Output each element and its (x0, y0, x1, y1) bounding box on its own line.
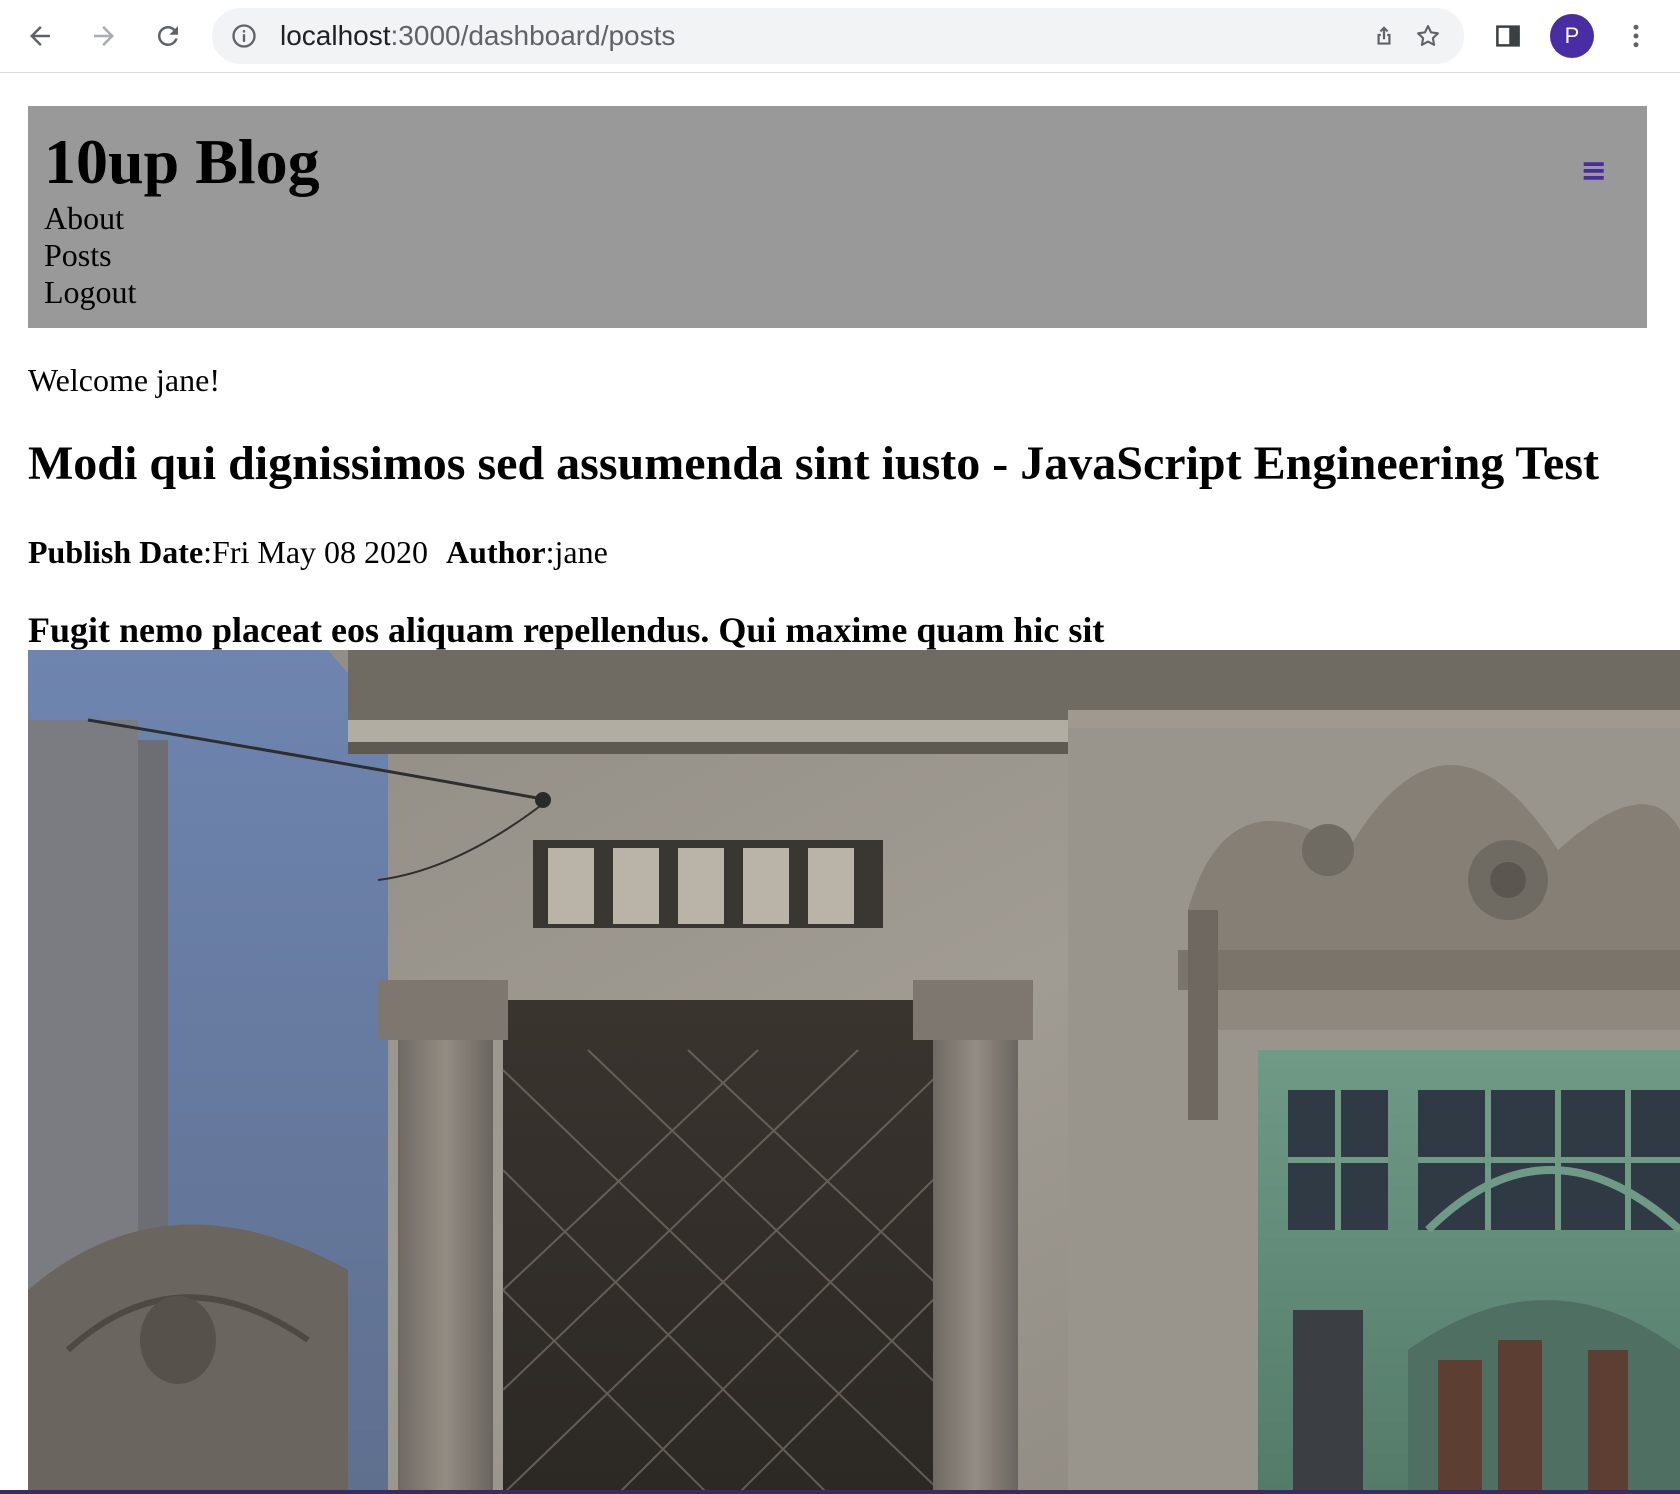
forward-button[interactable] (78, 10, 130, 62)
reload-button[interactable] (142, 10, 194, 62)
arrow-left-icon (30, 26, 50, 46)
url-host: localhost (280, 20, 391, 51)
browser-toolbar: localhost:3000/dashboard/posts P (0, 0, 1680, 73)
info-icon[interactable] (230, 22, 258, 50)
page-bottom-edge (0, 1490, 1680, 1494)
menu-toggle-icon[interactable]: ≡ (1580, 150, 1607, 190)
url-path: :3000/dashboard/posts (390, 20, 676, 51)
publish-date-value: :Fri May 08 2020 (203, 534, 429, 570)
post-title: Modi qui dignissimos sed assumenda sint … (28, 437, 1599, 490)
post-excerpt: Fugit nemo placeat eos aliquam repellend… (28, 610, 1105, 650)
kebab-menu-icon (1633, 24, 1639, 48)
side-panel-button[interactable] (1482, 10, 1534, 62)
share-icon (1377, 26, 1391, 45)
share-button[interactable] (1362, 14, 1406, 58)
nav-posts[interactable]: Posts (44, 237, 136, 274)
address-bar[interactable]: localhost:3000/dashboard/posts (212, 8, 1464, 64)
site-nav: About Posts Logout (44, 200, 136, 311)
post-meta: Publish Date:Fri May 08 2020 Author:jane (28, 532, 608, 572)
nav-logout[interactable]: Logout (44, 274, 136, 311)
building-facade-image (28, 650, 1680, 1494)
post-image (28, 650, 1680, 1494)
author-value: :jane (545, 534, 608, 570)
site-title[interactable]: 10up Blog (44, 126, 320, 198)
browser-menu-button[interactable] (1610, 10, 1662, 62)
side-panel-icon (1496, 25, 1520, 47)
publish-date-label: Publish Date (28, 534, 204, 570)
url-text[interactable]: localhost:3000/dashboard/posts (280, 8, 675, 64)
bookmark-button[interactable] (1406, 14, 1450, 58)
profile-avatar[interactable]: P (1550, 14, 1594, 58)
welcome-message: Welcome jane! (28, 362, 220, 398)
arrow-right-icon (94, 26, 114, 46)
reload-icon (157, 25, 178, 46)
author-label: Author (446, 534, 546, 570)
nav-about[interactable]: About (44, 200, 136, 237)
site-header: 10up Blog About Posts Logout ≡ (28, 106, 1647, 328)
page-content: 10up Blog About Posts Logout ≡ Welcome j… (0, 74, 1680, 1494)
star-icon (1417, 25, 1439, 46)
back-button[interactable] (14, 10, 66, 62)
